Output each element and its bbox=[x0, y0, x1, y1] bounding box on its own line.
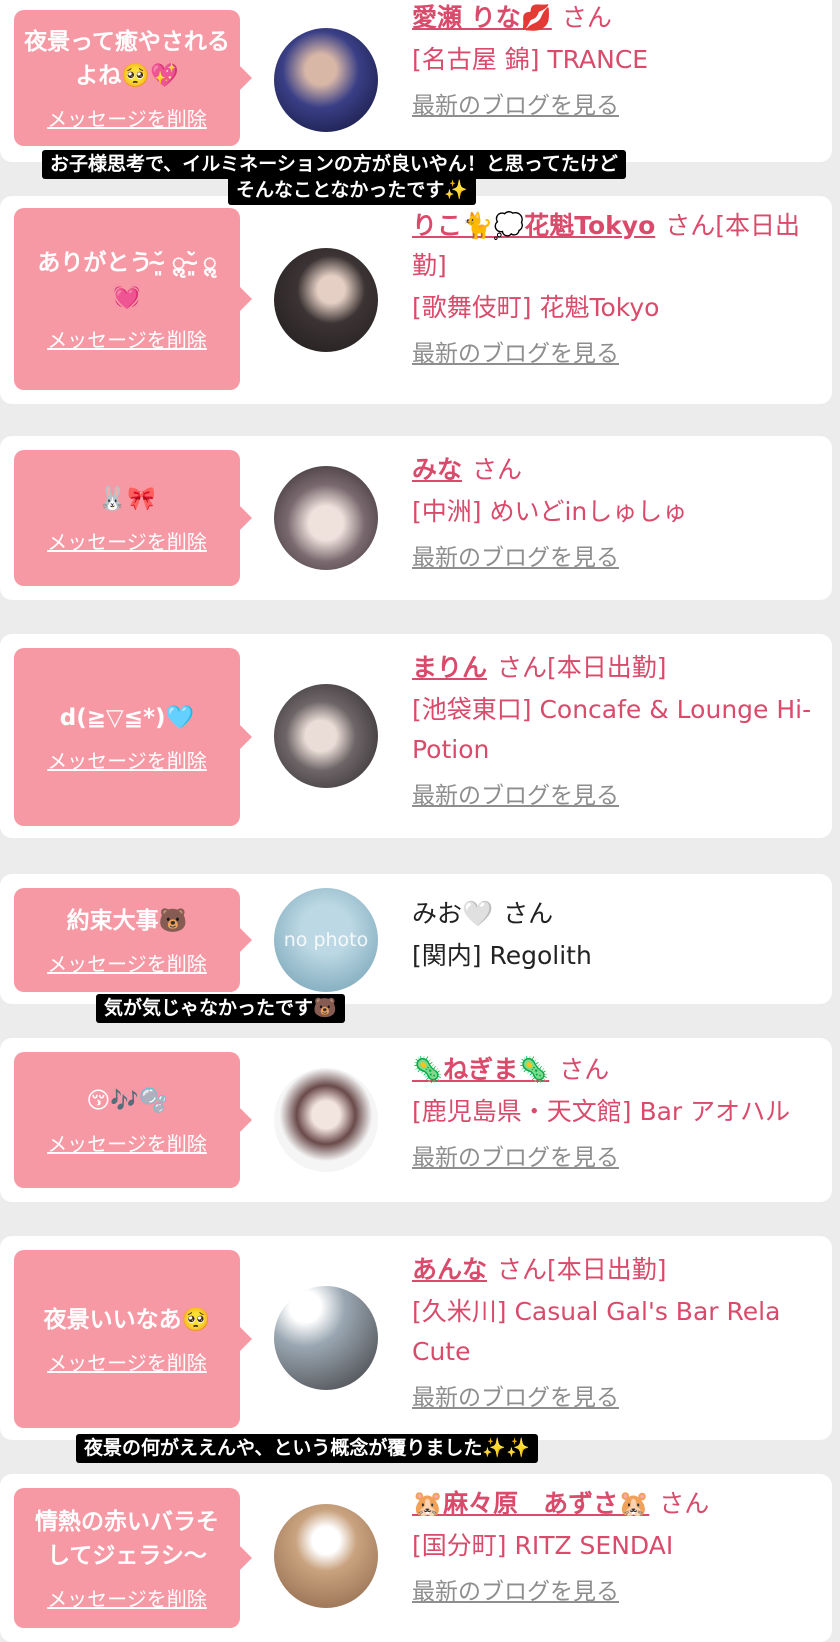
message-bubble: ありがとう˘̴͈́ ॢ˘̴͈̀ ॢ 💓 メッセージを削除 bbox=[14, 208, 252, 390]
avatar[interactable] bbox=[274, 1068, 378, 1172]
message-card: 😚🎶🫧 メッセージを削除 🦠ねぎま🦠 さん [鹿児島県・天文館] Bar アオハル… bbox=[0, 1038, 832, 1202]
avatar[interactable] bbox=[274, 1504, 378, 1608]
message-card: d(≧▽≦*)🩵 メッセージを削除 まりん さん[本日出勤] [池袋東口] Con… bbox=[0, 634, 832, 838]
message-card: 🐰🎀 メッセージを削除 みな さん [中洲] めいどinしゅしゅ 最新のブログを見… bbox=[0, 436, 832, 600]
cast-name-link[interactable]: りこ🐈💭花魁Tokyo bbox=[412, 211, 655, 240]
blog-link[interactable]: 最新のブログを見る bbox=[412, 1382, 820, 1414]
shop-name: [鹿児島県・天文館] Bar アオハル bbox=[412, 1097, 791, 1126]
delete-message-link[interactable]: メッセージを削除 bbox=[47, 745, 207, 774]
honorific: さん bbox=[559, 1055, 610, 1084]
honorific: さん bbox=[659, 1489, 710, 1518]
message-text: 情熱の赤いバラそしてジェラシ〜 bbox=[35, 1508, 219, 1569]
today-badge: [本日出勤] bbox=[547, 653, 667, 682]
honorific: さん bbox=[665, 211, 716, 240]
message-card: ありがとう˘̴͈́ ॢ˘̴͈̀ ॢ 💓 メッセージを削除 りこ🐈💭花魁Tokyo… bbox=[0, 196, 832, 404]
message-card: 夜景いいなあ🥺 メッセージを削除 あんな さん[本日出勤] [久米川] Casua… bbox=[0, 1236, 832, 1440]
avatar[interactable] bbox=[274, 1286, 378, 1390]
message-bubble: 情熱の赤いバラそしてジェラシ〜 メッセージを削除 bbox=[14, 1488, 252, 1628]
message-text: 約束大事🐻 bbox=[66, 907, 188, 934]
caption-line: 夜景の何がええんや、という概念が覆りました✨✨ bbox=[76, 1434, 538, 1463]
honorific: さん bbox=[497, 1255, 548, 1284]
honorific: さん bbox=[561, 3, 612, 32]
cast-name: みお🤍 bbox=[412, 899, 494, 928]
message-bubble: 約束大事🐻 メッセージを削除 bbox=[14, 888, 252, 992]
message-bubble: d(≧▽≦*)🩵 メッセージを削除 bbox=[14, 648, 252, 826]
cast-name-link[interactable]: 🦠ねぎま🦠 bbox=[412, 1055, 549, 1084]
shop-name: [久米川] Casual Gal's Bar Rela Cute bbox=[412, 1297, 781, 1366]
cast-name-link[interactable]: みな bbox=[412, 455, 462, 484]
message-text: 🐰🎀 bbox=[98, 485, 156, 512]
avatar[interactable] bbox=[274, 28, 378, 132]
message-text: d(≧▽≦*)🩵 bbox=[59, 704, 195, 731]
message-text: 😚🎶🫧 bbox=[86, 1087, 168, 1114]
delete-message-link[interactable]: メッセージを削除 bbox=[47, 1583, 207, 1612]
delete-message-link[interactable]: メッセージを削除 bbox=[47, 1347, 207, 1376]
message-text: ありがとう˘̴͈́ ॢ˘̴͈̀ ॢ 💓 bbox=[37, 249, 217, 310]
blog-link[interactable]: 最新のブログを見る bbox=[412, 1142, 820, 1174]
avatar-no-photo[interactable]: no photo bbox=[274, 888, 378, 992]
caption-line: そんなことなかったです✨ bbox=[228, 176, 477, 205]
message-bubble: 夜景って癒やされるよね🥺💖 メッセージを削除 bbox=[14, 10, 252, 146]
delete-message-link[interactable]: メッセージを削除 bbox=[47, 103, 207, 132]
cast-name-link[interactable]: 🐹麻々原 あずさ🐹 bbox=[412, 1489, 649, 1518]
blog-link[interactable]: 最新のブログを見る bbox=[412, 780, 820, 812]
blog-link[interactable]: 最新のブログを見る bbox=[412, 1576, 820, 1608]
avatar[interactable] bbox=[274, 684, 378, 788]
delete-message-link[interactable]: メッセージを削除 bbox=[47, 948, 207, 977]
honorific: さん bbox=[472, 455, 523, 484]
caption-line: お子様思考で、イルミネーションの方が良いやん！と思ってたけど bbox=[42, 150, 626, 179]
no-photo-text: no photo bbox=[283, 929, 369, 951]
delete-message-link[interactable]: メッセージを削除 bbox=[47, 324, 207, 353]
message-text: 夜景って癒やされるよね🥺💖 bbox=[24, 28, 230, 89]
avatar[interactable] bbox=[274, 248, 378, 352]
blog-link[interactable]: 最新のブログを見る bbox=[412, 542, 820, 574]
message-card: 情熱の赤いバラそしてジェラシ〜 メッセージを削除 🐹麻々原 あずさ🐹 さん [国分… bbox=[0, 1474, 832, 1642]
message-card: 約束大事🐻 メッセージを削除 no photo みお🤍 さん [関内] Regol… bbox=[0, 874, 832, 1004]
cast-name-link[interactable]: まりん bbox=[412, 653, 487, 682]
shop-name: [池袋東口] Concafe & Lounge Hi-Potion bbox=[412, 695, 812, 764]
message-bubble: 夜景いいなあ🥺 メッセージを削除 bbox=[14, 1250, 252, 1428]
delete-message-link[interactable]: メッセージを削除 bbox=[47, 526, 207, 555]
cast-name-link[interactable]: あんな bbox=[412, 1255, 487, 1284]
today-badge: [本日出勤] bbox=[547, 1255, 667, 1284]
blog-link[interactable]: 最新のブログを見る bbox=[412, 338, 820, 370]
avatar[interactable] bbox=[274, 466, 378, 570]
cast-name-link[interactable]: 愛瀬 りな💋 bbox=[412, 3, 552, 32]
honorific: さん bbox=[503, 899, 554, 928]
blog-link[interactable]: 最新のブログを見る bbox=[412, 90, 820, 122]
honorific: さん bbox=[497, 653, 548, 682]
shop-name: [歌舞伎町] 花魁Tokyo bbox=[412, 293, 660, 322]
shop-name: [関内] Regolith bbox=[412, 941, 592, 970]
caption-line: 気が気じゃなかったです🐻 bbox=[96, 994, 345, 1023]
message-text: 夜景いいなあ🥺 bbox=[43, 1306, 211, 1333]
shop-name: [名古屋 錦] TRANCE bbox=[412, 45, 649, 74]
shop-name: [中洲] めいどinしゅしゅ bbox=[412, 497, 688, 526]
message-bubble: 🐰🎀 メッセージを削除 bbox=[14, 450, 252, 586]
message-bubble: 😚🎶🫧 メッセージを削除 bbox=[14, 1052, 252, 1188]
delete-message-link[interactable]: メッセージを削除 bbox=[47, 1128, 207, 1157]
message-card: 夜景って癒やされるよね🥺💖 メッセージを削除 愛瀬 りな💋 さん [名古屋 錦] … bbox=[0, 0, 832, 162]
shop-name: [国分町] RITZ SENDAI bbox=[412, 1531, 674, 1560]
